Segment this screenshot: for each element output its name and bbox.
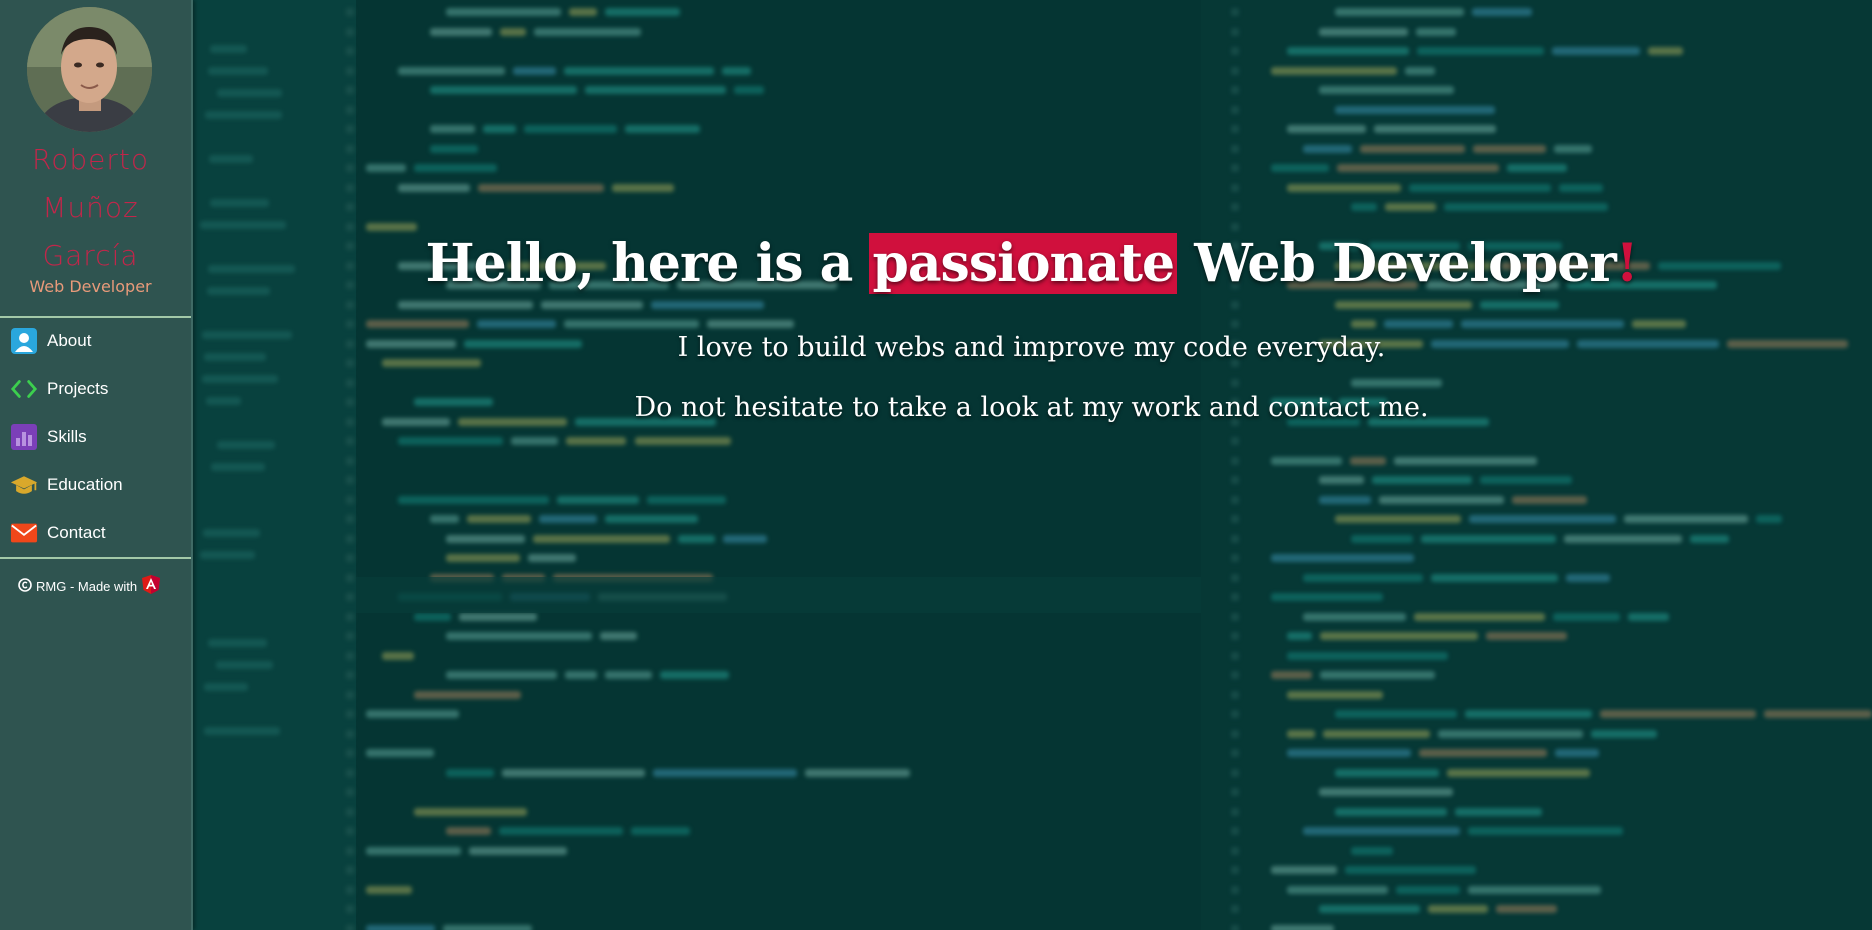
hero-headline: Hello, here is a passionate Web Develope… — [191, 233, 1872, 294]
nav-label: Projects — [47, 379, 109, 398]
code-icon — [10, 375, 38, 403]
hero-section: Hello, here is a passionate Web Develope… — [191, 0, 1872, 930]
footer-text: RMG - Made with — [36, 578, 138, 594]
nav-item-skills[interactable]: Skills — [10, 419, 185, 455]
avatar — [27, 7, 152, 132]
nav-label: Education — [47, 475, 123, 494]
hero-subtitle: Do not hesitate to take a look at my wor… — [634, 392, 1429, 423]
nav-label: About — [47, 331, 92, 350]
name-line: García — [42, 239, 139, 272]
headline-exclamation: ! — [1615, 233, 1639, 294]
nav-item-about[interactable]: About — [10, 323, 185, 359]
nav-label: Contact — [47, 523, 106, 542]
profile-name: Roberto Muñoz García — [0, 136, 181, 280]
envelope-icon — [10, 519, 38, 547]
headline-text: Web Developer — [1194, 233, 1616, 294]
headline-highlight: passionate — [869, 233, 1178, 294]
sidebar-footer: RMG - Made with — [18, 575, 161, 597]
name-line: Muñoz — [42, 191, 139, 224]
profile-role: Web Developer — [29, 277, 152, 296]
name-line: Roberto — [32, 143, 149, 176]
nav-item-education[interactable]: Education — [10, 467, 185, 503]
user-icon — [10, 327, 38, 355]
bar-chart-icon — [10, 423, 38, 451]
copyright-icon — [18, 577, 32, 595]
sidebar: Roberto Muñoz García Web Developer About… — [0, 0, 193, 930]
nav-item-projects[interactable]: Projects — [10, 371, 185, 407]
divider — [0, 557, 191, 559]
headline-text: Hello, here is a — [425, 233, 853, 294]
nav-item-contact[interactable]: Contact — [10, 515, 185, 551]
angular-logo-icon — [142, 575, 161, 597]
nav-label: Skills — [47, 427, 87, 446]
graduation-cap-icon — [10, 471, 38, 499]
hero-subtitle: I love to build webs and improve my code… — [677, 332, 1386, 363]
divider — [0, 316, 191, 318]
